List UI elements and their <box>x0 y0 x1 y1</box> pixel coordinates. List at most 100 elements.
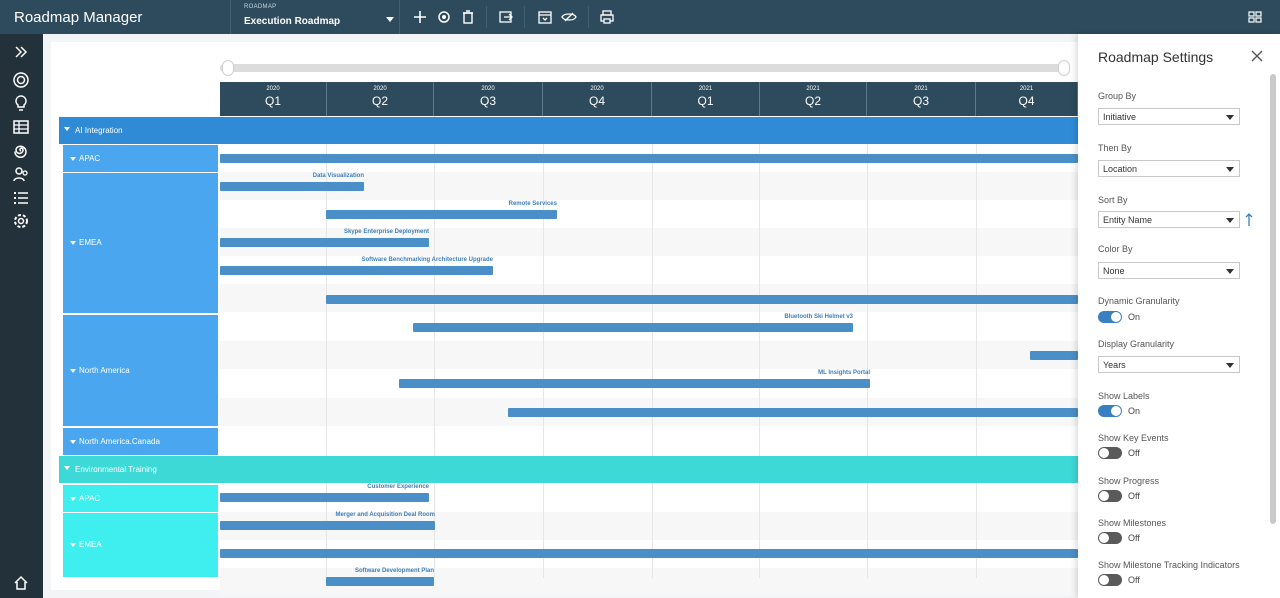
group-cell[interactable]: APAC <box>63 485 218 512</box>
app-title: Roadmap Manager <box>14 9 143 26</box>
grid-line <box>652 116 653 578</box>
then-by-select[interactable]: Location <box>1098 160 1240 177</box>
group-label: North America.Canada <box>79 436 160 446</box>
sort-by-select[interactable]: Entity Name <box>1098 211 1240 228</box>
group-label: EMEA <box>79 540 102 549</box>
show-milestones-toggle[interactable] <box>1098 532 1122 544</box>
grid-line <box>867 116 868 578</box>
home-icon[interactable] <box>12 574 30 592</box>
view-icon[interactable] <box>561 9 577 25</box>
range-start-handle[interactable] <box>222 60 234 76</box>
list-icon[interactable] <box>12 189 30 207</box>
show-progress-toggle[interactable] <box>1098 490 1122 502</box>
group-cell[interactable]: North America <box>63 315 218 426</box>
collapse-caret-icon[interactable] <box>70 241 76 245</box>
roadmap-bar[interactable] <box>326 295 1078 304</box>
trash-icon[interactable] <box>460 9 476 25</box>
roadmap-bar[interactable] <box>326 577 434 586</box>
grid-line <box>434 116 435 578</box>
bar-label: Merger and Acquisition Deal Room <box>335 512 435 518</box>
group-cell[interactable]: EMEA <box>63 513 218 577</box>
roadmap-bar[interactable] <box>220 521 435 530</box>
roadmap-bar[interactable] <box>220 493 429 502</box>
display-granularity-label: Display Granularity <box>1098 339 1175 349</box>
show-key-events-toggle[interactable] <box>1098 447 1122 459</box>
collapse-caret-icon[interactable] <box>70 439 76 444</box>
group-by-label: Group By <box>1098 91 1137 101</box>
display-granularity-value: Years <box>1103 360 1126 370</box>
show-key-events-label: Show Key Events <box>1098 433 1169 443</box>
timeline-quarter: 2021 Q2 <box>760 82 867 116</box>
display-granularity-select[interactable]: Years <box>1098 356 1240 373</box>
people-icon[interactable] <box>12 165 30 183</box>
range-end-handle[interactable] <box>1058 60 1070 76</box>
quarter-year: 2020 <box>266 86 280 92</box>
close-icon[interactable] <box>1250 49 1264 63</box>
group-cell[interactable]: APAC <box>63 145 218 172</box>
grid-icon[interactable] <box>1247 9 1263 25</box>
show-key-events-state: Off <box>1128 448 1140 458</box>
settings-title: Roadmap Settings <box>1098 49 1214 65</box>
top-bar: Roadmap Manager ROADMAP Execution Roadma… <box>0 0 1280 34</box>
plus-icon[interactable] <box>412 9 428 25</box>
show-milestone-tracking-toggle[interactable] <box>1098 574 1122 586</box>
table-icon[interactable] <box>12 118 30 136</box>
collapse-caret-icon[interactable] <box>64 466 70 470</box>
roadmap-bar[interactable] <box>413 323 853 332</box>
collapse-caret-icon[interactable] <box>70 368 76 373</box>
calendar-icon[interactable] <box>537 9 553 25</box>
sort-by-label: Sort By <box>1098 195 1128 205</box>
export-icon[interactable] <box>498 9 514 25</box>
spiral-icon[interactable] <box>12 142 30 160</box>
color-by-select[interactable]: None <box>1098 262 1240 279</box>
roadmap-bar[interactable] <box>220 549 1078 558</box>
grid-line <box>976 116 977 578</box>
sort-direction-icon[interactable] <box>1244 212 1254 228</box>
gear-icon[interactable] <box>436 9 452 25</box>
roadmap-selector[interactable]: ROADMAP Execution Roadmap <box>230 0 400 34</box>
collapse-caret-icon[interactable] <box>70 543 76 547</box>
roadmap-bar[interactable] <box>220 266 493 275</box>
initiative-band[interactable]: Environmental Training <box>59 456 1078 483</box>
settings-icon[interactable] <box>12 212 30 230</box>
quarter-label: Q3 <box>479 94 496 108</box>
quarter-year: 2020 <box>590 86 604 92</box>
roadmap-bar[interactable] <box>220 182 364 191</box>
timeline-range-slider[interactable] <box>220 64 1066 72</box>
then-by-label: Then By <box>1098 143 1132 153</box>
roadmap-bar[interactable] <box>220 238 429 247</box>
initiative-band[interactable]: AI Integration <box>59 117 1078 144</box>
color-by-label: Color By <box>1098 244 1133 254</box>
quarter-label: Q2 <box>804 94 821 108</box>
roadmap-bar[interactable] <box>326 210 557 219</box>
roadmap-bar[interactable] <box>508 408 1078 417</box>
collapse-caret-icon[interactable] <box>64 127 70 131</box>
timeline-quarter: 2021 Q3 <box>867 82 976 116</box>
bar-label: ML Insights Portal <box>818 370 870 376</box>
chevron-down-icon <box>1226 115 1234 120</box>
collapse-caret-icon[interactable] <box>70 496 76 501</box>
dynamic-granularity-toggle[interactable] <box>1098 311 1122 323</box>
dynamic-granularity-state: On <box>1128 312 1141 322</box>
group-by-select[interactable]: Initiative <box>1098 108 1240 125</box>
left-nav <box>0 34 43 598</box>
group-cell[interactable]: EMEA <box>63 173 218 313</box>
collapse-caret-icon[interactable] <box>70 156 76 161</box>
group-cell[interactable]: North America.Canada <box>63 428 218 455</box>
print-icon[interactable] <box>599 9 615 25</box>
bar-label: Data Visualization <box>312 173 364 179</box>
grid-line <box>543 116 544 578</box>
color-by-value: None <box>1103 266 1125 276</box>
target-icon[interactable] <box>12 71 30 89</box>
quarter-label: Q1 <box>697 94 714 108</box>
quarter-label: Q1 <box>264 94 281 108</box>
settings-scrollbar[interactable] <box>1270 74 1276 524</box>
lightbulb-icon[interactable] <box>12 94 30 112</box>
expand-icon[interactable] <box>12 43 30 61</box>
quarter-year: 2020 <box>481 86 495 92</box>
roadmap-bar[interactable] <box>399 379 870 388</box>
timeline-quarter: 2020 Q1 <box>220 82 327 116</box>
roadmap-bar[interactable] <box>220 154 1078 163</box>
roadmap-bar[interactable] <box>1030 351 1078 360</box>
show-labels-toggle[interactable] <box>1098 405 1122 417</box>
